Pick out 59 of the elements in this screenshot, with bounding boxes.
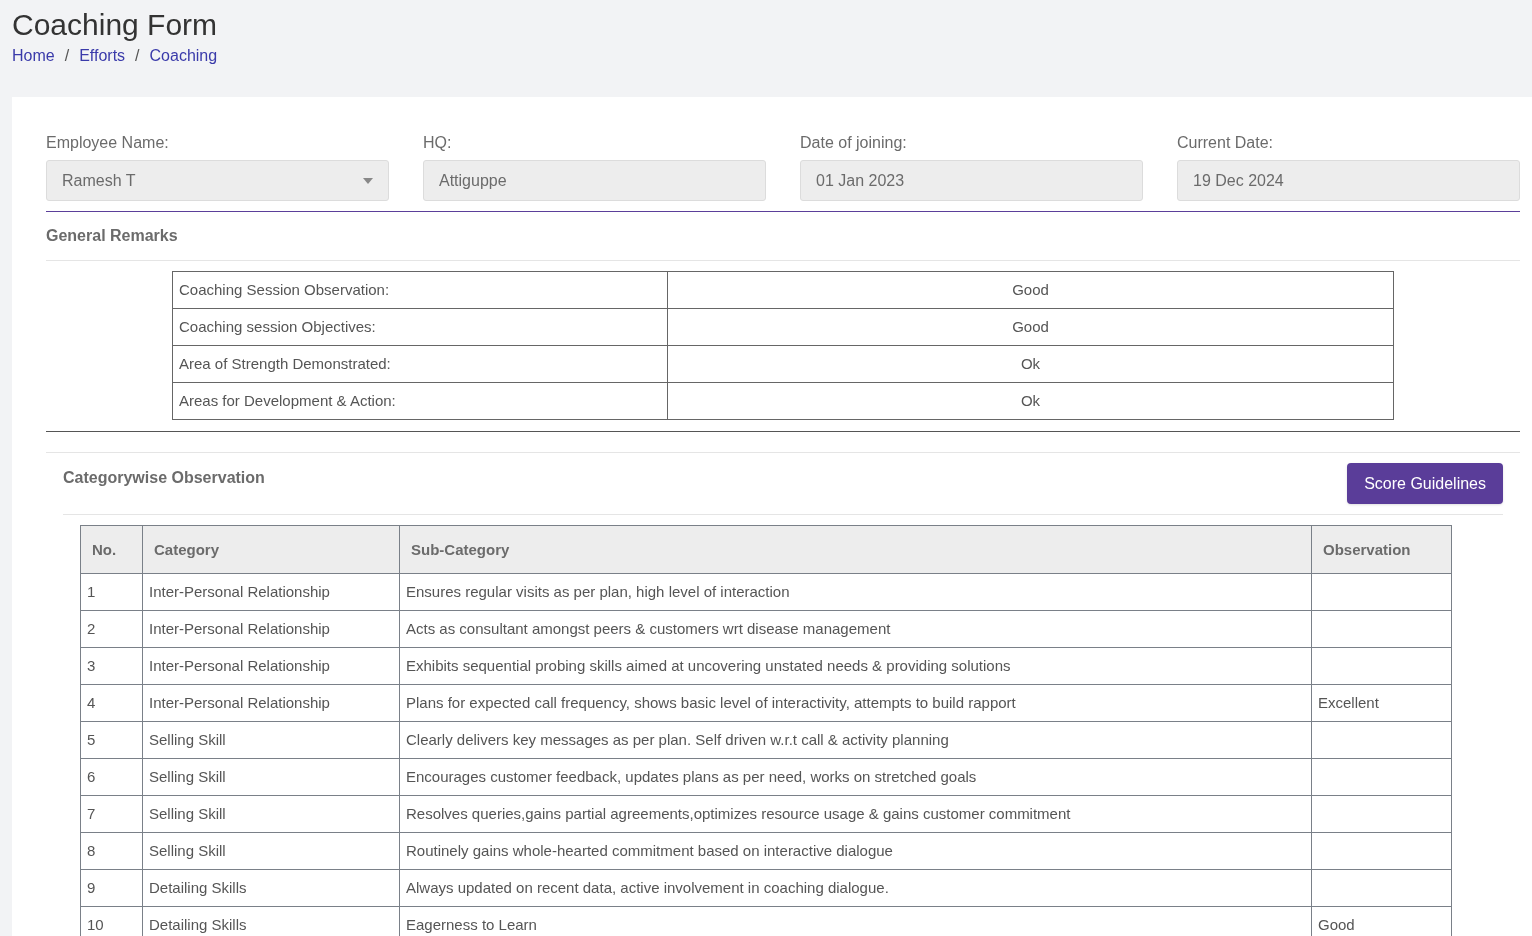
table-cell: Coaching Session Observation:	[172, 271, 668, 309]
table-cell: 8	[80, 832, 143, 870]
section-title: General Remarks	[46, 227, 178, 244]
column-header: No.	[80, 525, 143, 574]
table-cell: Areas for Development & Action:	[172, 382, 668, 420]
breadcrumb-separator: /	[64, 46, 70, 66]
table-cell: Encourages customer feedback, updates plans as per need, works on stretched goals	[399, 758, 1312, 796]
table-cell: Routinely gains whole-hearted commitment based on interactive dialogue	[399, 832, 1312, 870]
table-cell: Inter-Personal Relationship	[142, 684, 400, 722]
table-cell: Exhibits sequential probing skills aimed at uncovering unstated needs & providing solutions	[399, 647, 1312, 685]
table-cell: Selling Skill	[142, 832, 400, 870]
table-cell: Selling Skill	[142, 795, 400, 833]
caret-icon	[363, 177, 373, 184]
table-cell: Ensures regular visits as per plan, high level of interaction	[399, 573, 1312, 611]
table-cell: Acts as consultant amongst peers & customers wrt disease management	[399, 610, 1312, 648]
table-cell: Area of Strength Demonstrated:	[172, 345, 668, 383]
field-label: Date of joining:	[800, 133, 907, 153]
table-cell: Good	[667, 308, 1394, 346]
input-field[interactable]: 01 Jan 2023	[800, 160, 1143, 201]
table-cell: Inter-Personal Relationship	[142, 610, 400, 648]
table-cell: 1	[80, 573, 143, 611]
table-cell: 3	[80, 647, 143, 685]
breadcrumb-link[interactable]: Coaching	[149, 44, 218, 68]
input-field[interactable]: 19 Dec 2024	[1177, 160, 1520, 201]
table-cell: 5	[80, 721, 143, 759]
column-header: Category	[142, 525, 400, 574]
table-cell: 7	[80, 795, 143, 833]
column-header: Observation	[1311, 525, 1452, 574]
column-header: Sub-Category	[399, 525, 1312, 574]
table-cell: Selling Skill	[142, 758, 400, 796]
field-label: Current Date:	[1177, 133, 1274, 153]
table-cell: Inter-Personal Relationship	[142, 573, 400, 611]
field-label: HQ:	[423, 133, 452, 153]
breadcrumb-link[interactable]: Home	[12, 44, 55, 68]
table-cell: Detailing Skills	[142, 869, 400, 907]
table-cell: Ok	[667, 345, 1394, 383]
table-cell: Ok	[667, 382, 1394, 420]
table-cell: 2	[80, 610, 143, 648]
table-cell: Plans for expected call frequency, shows basic level of interactivity, attempts to build rapport	[399, 684, 1312, 722]
table-cell: Always updated on recent data, active involvement in coaching dialogue.	[399, 869, 1312, 907]
table-cell: 6	[80, 758, 143, 796]
score-guidelines-button[interactable]: Score Guidelines	[1347, 463, 1503, 504]
table-cell: 9	[80, 869, 143, 907]
table-cell: 4	[80, 684, 143, 722]
table-cell: 10	[80, 906, 143, 936]
table-cell: Inter-Personal Relationship	[142, 647, 400, 685]
table-cell: Resolves queries,gains partial agreements,optimizes resource usage & gains customer commitment	[399, 795, 1312, 833]
table-cell: Selling Skill	[142, 721, 400, 759]
employee-select[interactable]: Ramesh T	[46, 160, 389, 201]
table-cell: Excellent	[1311, 684, 1452, 722]
page-title: Coaching Form	[12, 7, 219, 43]
table-cell: Clearly delivers key messages as per plan. Self driven w.r.t call & activity planning	[399, 721, 1312, 759]
section-title: Categorywise Observation	[63, 468, 265, 488]
breadcrumb-link[interactable]: Efforts	[79, 44, 126, 68]
table-cell: Good	[667, 271, 1394, 309]
table-cell: Coaching session Objectives:	[172, 308, 668, 346]
input-field[interactable]: Attiguppe	[423, 160, 766, 201]
field-label: Employee Name:	[46, 133, 169, 153]
breadcrumb-separator: /	[135, 46, 140, 66]
